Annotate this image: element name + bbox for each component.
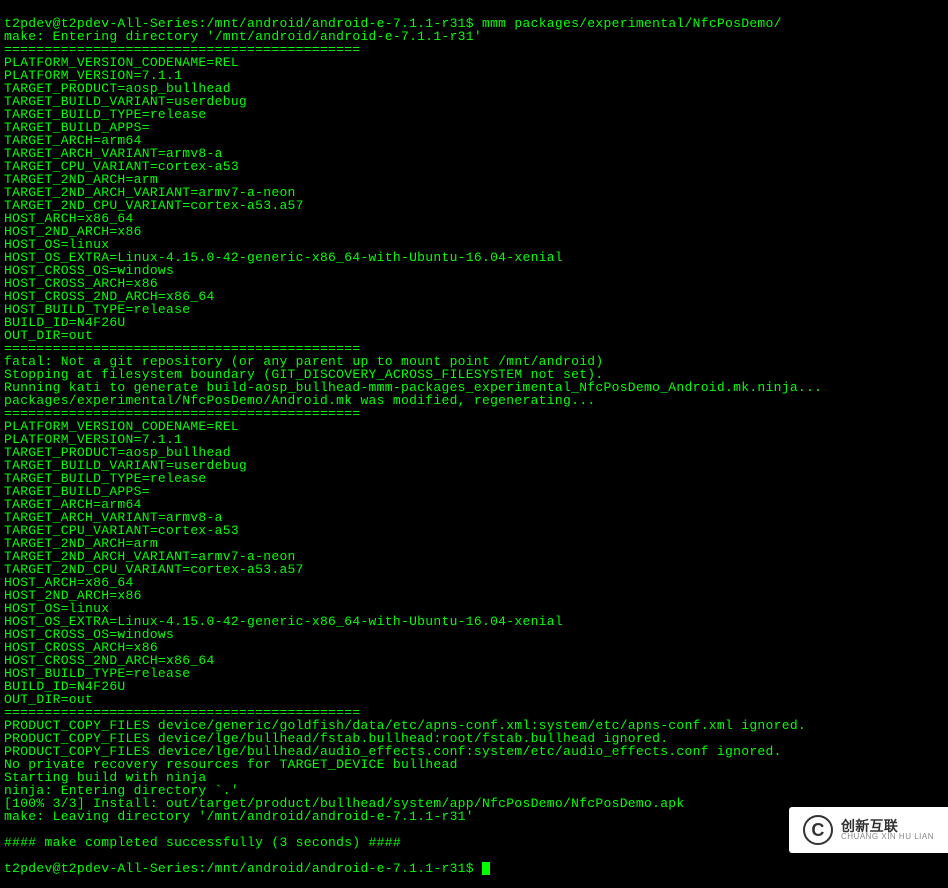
watermark-text: 创新互联 CHUANG XIN HU LIAN bbox=[841, 819, 934, 841]
terminal-line: TARGET_2ND_CPU_VARIANT=cortex-a53.a57 bbox=[4, 199, 944, 212]
watermark-badge: C 创新互联 CHUANG XIN HU LIAN bbox=[789, 807, 948, 853]
command-text: mmm packages/experimental/NfcPosDemo/ bbox=[482, 16, 782, 31]
watermark-pinyin: CHUANG XIN HU LIAN bbox=[841, 833, 934, 841]
terminal-line: BUILD_ID=N4F26U bbox=[4, 316, 944, 329]
watermark-chinese: 创新互联 bbox=[841, 819, 934, 833]
terminal-line: TARGET_BUILD_APPS= bbox=[4, 485, 944, 498]
terminal-line: HOST_ARCH=x86_64 bbox=[4, 576, 944, 589]
terminal-line: TARGET_2ND_CPU_VARIANT=cortex-a53.a57 bbox=[4, 563, 944, 576]
watermark-logo-letter: C bbox=[811, 821, 824, 839]
terminal-line: HOST_2ND_ARCH=x86 bbox=[4, 589, 944, 602]
prompt: t2pdev@t2pdev-All-Series:/mnt/android/an… bbox=[4, 861, 482, 876]
terminal-line: HOST_BUILD_TYPE=release bbox=[4, 667, 944, 680]
terminal-line: BUILD_ID=N4F26U bbox=[4, 680, 944, 693]
watermark-logo-icon: C bbox=[803, 815, 833, 845]
terminal-line: TARGET_BUILD_APPS= bbox=[4, 121, 944, 134]
terminal-line: HOST_2ND_ARCH=x86 bbox=[4, 225, 944, 238]
command-line-2: t2pdev@t2pdev-All-Series:/mnt/android/an… bbox=[4, 862, 944, 875]
cursor bbox=[482, 862, 490, 875]
terminal-output[interactable]: t2pdev@t2pdev-All-Series:/mnt/android/an… bbox=[4, 4, 944, 888]
terminal-line: HOST_ARCH=x86_64 bbox=[4, 212, 944, 225]
terminal-line: HOST_BUILD_TYPE=release bbox=[4, 303, 944, 316]
